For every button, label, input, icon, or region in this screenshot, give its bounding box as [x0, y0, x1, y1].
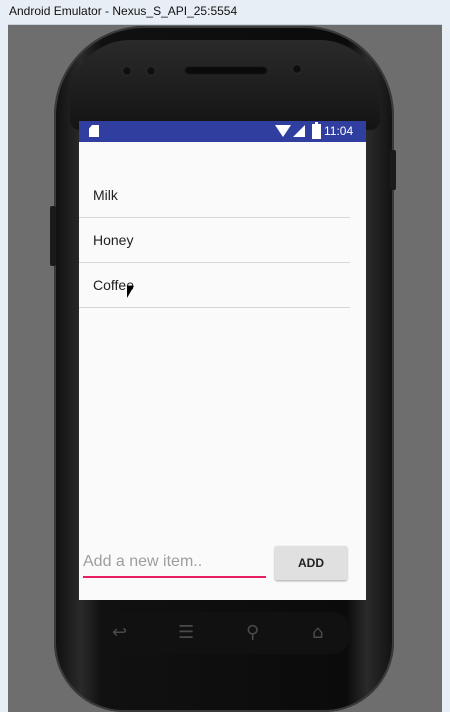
- phone-top-bezel: [70, 40, 380, 130]
- list-item-label: Milk: [93, 187, 118, 203]
- home-icon[interactable]: ⌂: [312, 622, 323, 643]
- sd-card-icon: [89, 125, 99, 137]
- front-camera-icon: [146, 66, 156, 76]
- cell-signal-icon: [293, 125, 305, 137]
- mouse-cursor-icon: [127, 286, 134, 298]
- window-title: Android Emulator - Nexus_S_API_25:5554: [9, 4, 238, 18]
- back-icon[interactable]: ↩: [112, 622, 127, 643]
- item-list: Milk Honey Coffee: [79, 173, 350, 308]
- earpiece-speaker: [184, 66, 268, 75]
- new-item-input[interactable]: [83, 549, 266, 575]
- input-underline: [83, 576, 266, 578]
- proximity-sensor-icon: [292, 64, 302, 74]
- list-item[interactable]: Milk: [79, 173, 350, 218]
- volume-button[interactable]: [50, 206, 56, 266]
- list-item[interactable]: Honey: [79, 218, 350, 263]
- new-item-field-wrapper: [83, 549, 266, 578]
- battery-icon: [312, 122, 321, 139]
- window-titlebar: Android Emulator - Nexus_S_API_25:5554: [0, 0, 450, 25]
- power-button[interactable]: [390, 150, 396, 190]
- front-sensor-icon: [122, 66, 132, 76]
- status-time: 11:04: [324, 124, 354, 138]
- status-bar: 11:04: [79, 121, 366, 142]
- wifi-icon: [275, 125, 291, 137]
- window-frame-left: [0, 24, 8, 712]
- search-icon[interactable]: ⚲: [246, 622, 259, 643]
- device-screen: 11:04 Milk Honey Coffee ADD: [79, 121, 366, 600]
- add-button[interactable]: ADD: [275, 546, 347, 580]
- list-item-label: Honey: [93, 232, 134, 248]
- menu-icon[interactable]: ☰: [178, 622, 194, 643]
- window-frame-right: [442, 24, 450, 712]
- list-item[interactable]: Coffee: [79, 263, 350, 308]
